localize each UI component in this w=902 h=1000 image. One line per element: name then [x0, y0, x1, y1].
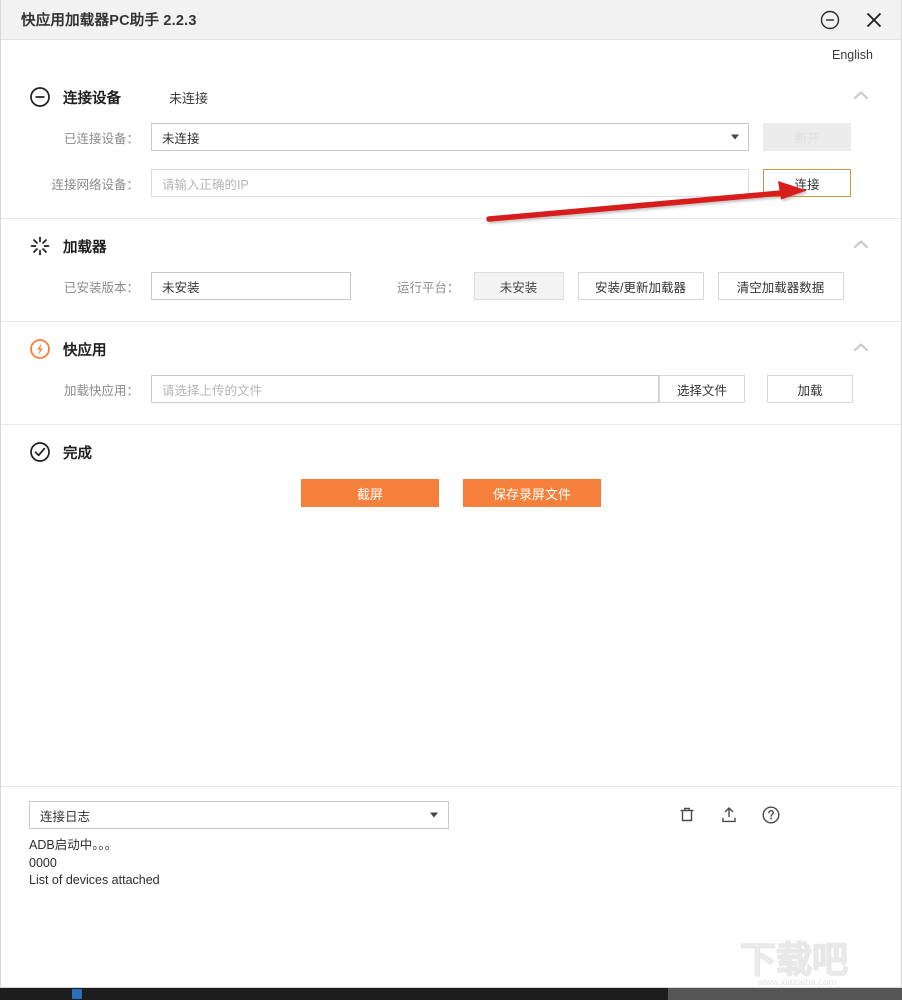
collapse-toggle-quickapp[interactable]	[849, 337, 873, 361]
connect-button[interactable]: 连接	[763, 169, 851, 197]
run-platform-button[interactable]: 未安装	[474, 272, 564, 300]
help-icon[interactable]	[761, 805, 781, 825]
quickapp-flash-icon	[29, 338, 51, 360]
spinner-icon	[29, 235, 51, 257]
clear-loader-data-button[interactable]: 清空加载器数据	[718, 272, 844, 300]
section-title-connect-device: 连接设备	[63, 87, 121, 108]
log-tool-buttons	[677, 805, 873, 825]
log-line: 0000	[29, 855, 873, 873]
section-header-connect-device: 连接设备 未连接	[29, 70, 873, 116]
log-type-value: 连接日志	[40, 806, 90, 825]
minimize-button[interactable]	[813, 3, 847, 37]
label-network-device: 连接网络设备：	[29, 174, 139, 193]
log-area: 连接日志	[1, 787, 901, 987]
chevron-down-icon	[731, 135, 739, 140]
section-title-loader: 加载器	[63, 236, 107, 257]
label-load-quickapp: 加载快应用：	[29, 380, 139, 399]
language-row: English	[1, 40, 901, 70]
window-controls	[813, 3, 891, 37]
save-recording-button[interactable]: 保存录屏文件	[463, 479, 601, 507]
row-loader-version: 已安装版本： 未安装 运行平台： 未安装 安装/更新加载器 清空加载器数据	[29, 265, 873, 307]
chevron-down-icon	[430, 813, 438, 818]
chevron-up-icon	[851, 340, 871, 359]
connected-device-value: 未连接	[162, 128, 200, 147]
application-window: 快应用加载器PC助手 2.2.3	[0, 0, 902, 988]
device-connection-status: 未连接	[169, 88, 208, 107]
collapse-toggle-connect-device[interactable]	[849, 85, 873, 109]
log-toolbar: 连接日志	[29, 801, 873, 829]
section-title-done: 完成	[63, 442, 92, 463]
title-bar: 快应用加载器PC助手 2.2.3	[1, 0, 901, 40]
installed-version-value: 未安装	[162, 277, 200, 296]
section-header-quickapp: 快应用	[29, 322, 873, 368]
language-switch-link[interactable]: English	[832, 48, 873, 62]
log-type-select[interactable]: 连接日志	[29, 801, 449, 829]
collapse-toggle-loader[interactable]	[849, 234, 873, 258]
log-output: ADB启动中。。。 0000 List of devices attached	[29, 837, 873, 890]
label-installed-version: 已安装版本：	[29, 277, 139, 296]
chevron-up-icon	[851, 88, 871, 107]
row-connected-device: 已连接设备： 未连接 断开	[29, 116, 873, 158]
window-title: 快应用加载器PC助手 2.2.3	[21, 9, 197, 30]
section-header-loader: 加载器	[29, 219, 873, 265]
load-quickapp-button[interactable]: 加载	[767, 375, 853, 403]
label-run-platform: 运行平台：	[397, 277, 460, 296]
network-device-ip-input[interactable]: 请输入正确的IP	[151, 169, 749, 197]
quickapp-file-placeholder: 请选择上传的文件	[162, 380, 262, 399]
taskbar-app-icon[interactable]	[72, 989, 82, 999]
section-title-quickapp: 快应用	[63, 339, 107, 360]
screenshot-button[interactable]: 截屏	[301, 479, 439, 507]
trash-icon[interactable]	[677, 805, 697, 825]
disconnect-button[interactable]: 断开	[763, 123, 851, 151]
section-header-done: 完成	[29, 425, 873, 471]
installed-version-input[interactable]: 未安装	[151, 272, 351, 300]
install-update-loader-button[interactable]: 安装/更新加载器	[578, 272, 704, 300]
close-icon	[864, 10, 884, 30]
close-button[interactable]	[857, 3, 891, 37]
section-connect-device: 连接设备 未连接 已连接设备： 未连接 断开 连接网络设备： 请输入正确的IP	[1, 70, 901, 219]
section-done: 完成 截屏 保存录屏文件	[1, 425, 901, 787]
connected-device-select[interactable]: 未连接	[151, 123, 749, 151]
check-circle-icon	[29, 441, 51, 463]
log-line: ADB启动中。。。	[29, 837, 873, 855]
done-actions: 截屏 保存录屏文件	[29, 479, 873, 507]
minus-circle-icon	[29, 86, 51, 108]
quickapp-file-input[interactable]: 请选择上传的文件	[151, 375, 659, 403]
minimize-circle-icon	[820, 10, 840, 30]
network-device-ip-placeholder: 请输入正确的IP	[162, 174, 249, 193]
row-network-device: 连接网络设备： 请输入正确的IP 连接	[29, 162, 873, 204]
label-connected-device: 已连接设备：	[29, 128, 139, 147]
desktop-taskbar[interactable]	[0, 988, 902, 1000]
section-loader: 加载器 已安装版本： 未安装 运行平台： 未安装 安装/更新加载器 清空加载器数…	[1, 219, 901, 322]
choose-file-button[interactable]: 选择文件	[659, 375, 745, 403]
section-quickapp: 快应用 加载快应用： 请选择上传的文件 选择文件 加载	[1, 322, 901, 425]
chevron-up-icon	[851, 237, 871, 256]
row-load-quickapp: 加载快应用： 请选择上传的文件 选择文件 加载	[29, 368, 873, 410]
log-line: List of devices attached	[29, 872, 873, 890]
export-icon[interactable]	[719, 805, 739, 825]
taskbar-window-segment[interactable]	[668, 988, 902, 1000]
